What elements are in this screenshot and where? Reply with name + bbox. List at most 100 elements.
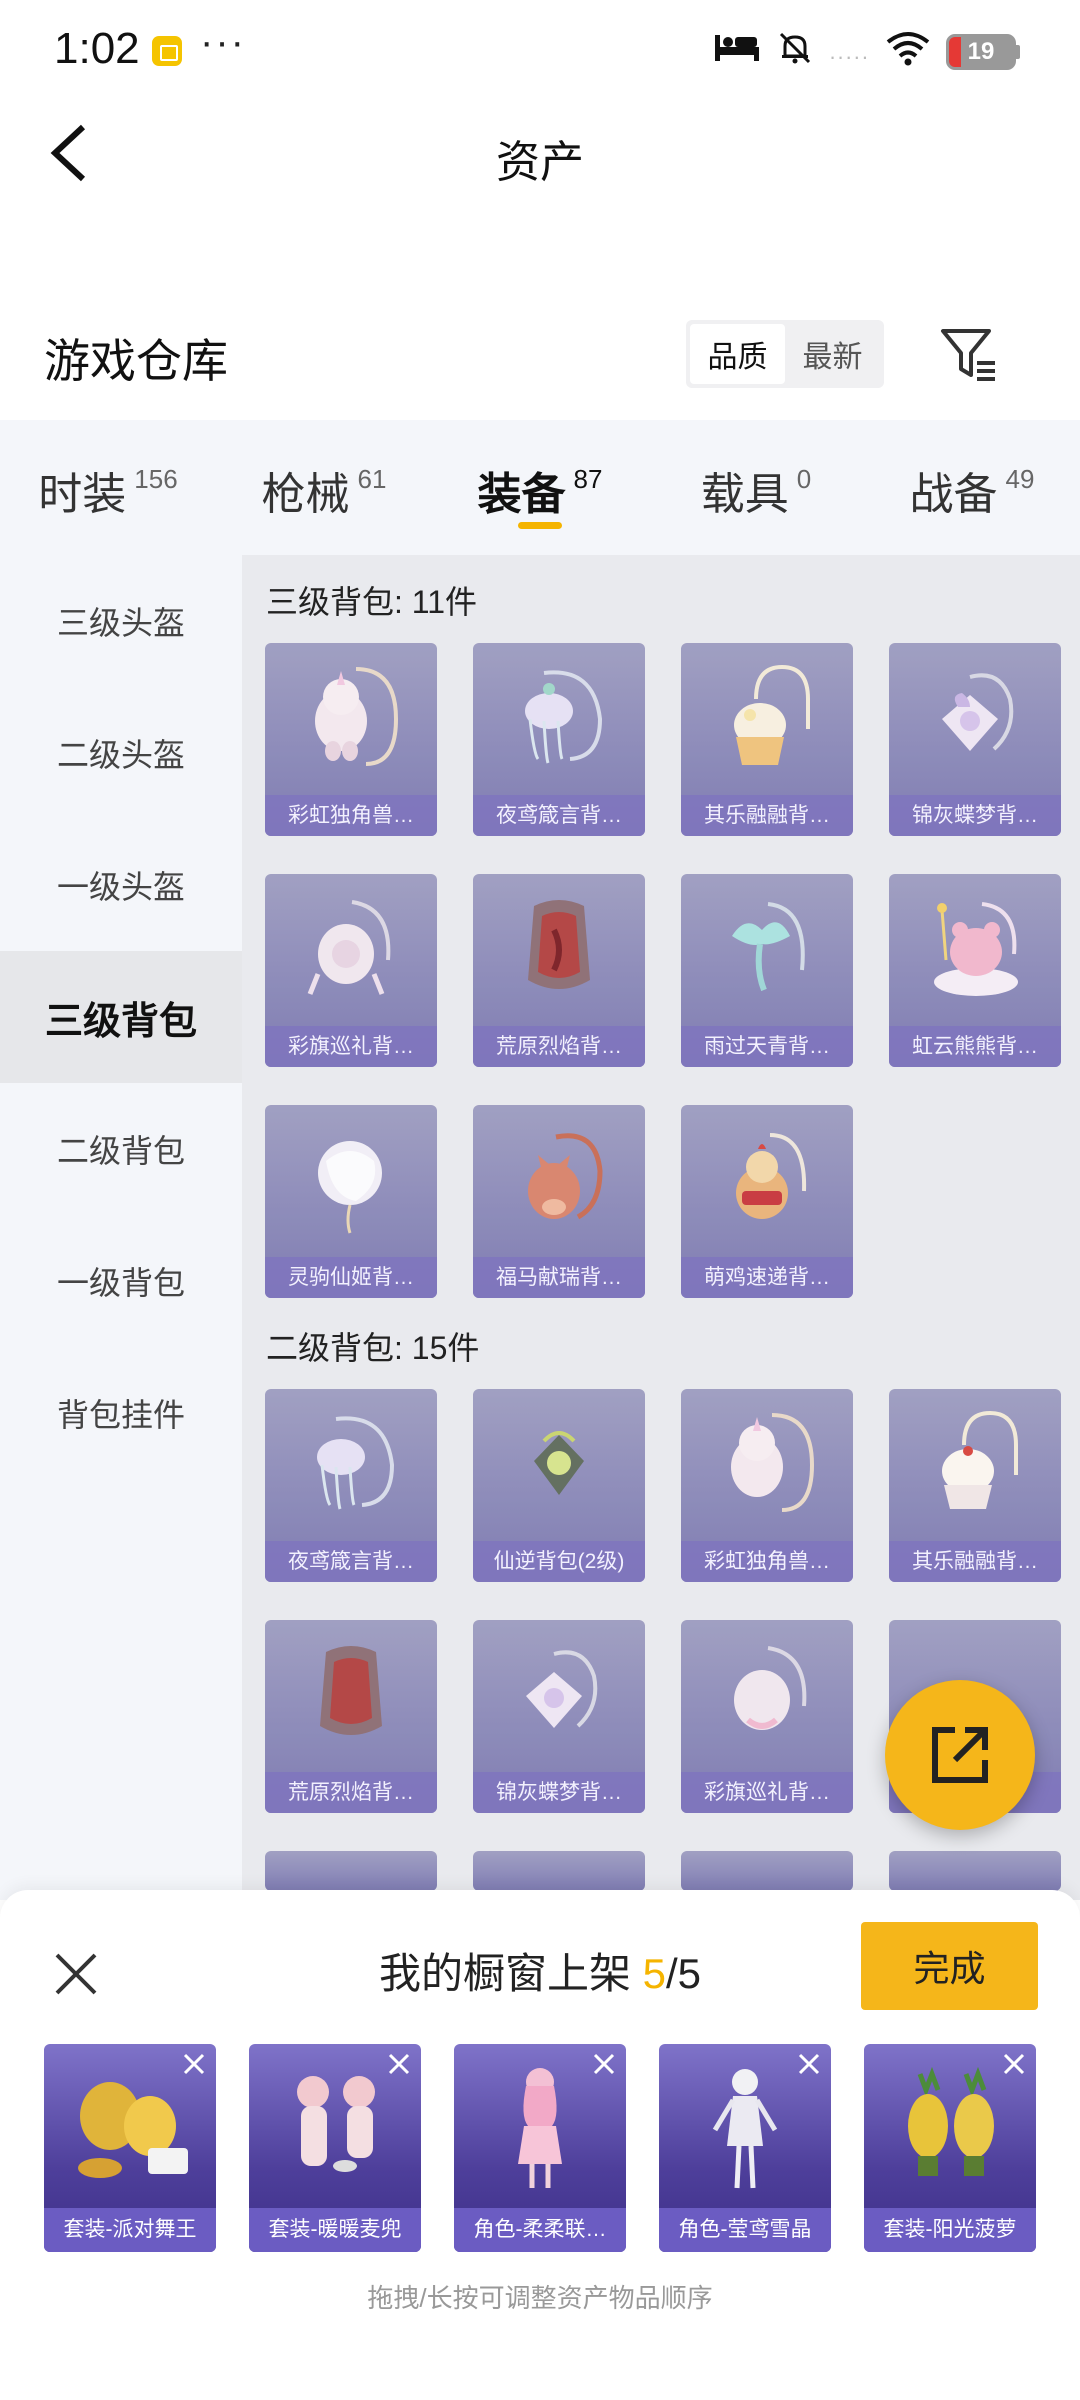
item-name: 萌鸡速递背… bbox=[681, 1257, 853, 1298]
item-name: 其乐融融背… bbox=[889, 1541, 1061, 1582]
item-card[interactable]: 夜鸢箴言背… bbox=[473, 643, 645, 836]
tab-supplies[interactable]: 战备 49 bbox=[864, 420, 1080, 555]
backpack-butterfly-icon bbox=[889, 643, 1061, 795]
backpack-flame-icon bbox=[265, 1620, 437, 1772]
backpack-gem-icon bbox=[473, 1389, 645, 1541]
item-name: 锦灰蝶梦背… bbox=[473, 1772, 645, 1813]
backpack-cupcake-icon bbox=[889, 1389, 1061, 1541]
showcase-item[interactable]: 套装-阳光菠萝 bbox=[864, 2044, 1036, 2252]
item-card[interactable]: 荒原烈焰背… bbox=[265, 1620, 437, 1813]
remove-item-icon[interactable] bbox=[795, 2050, 823, 2078]
item-name: 夜鸢箴言背… bbox=[265, 1541, 437, 1582]
item-card[interactable] bbox=[681, 1851, 853, 1891]
item-card[interactable]: 彩虹独角兽… bbox=[681, 1389, 853, 1582]
sidebar-item-helmet-3[interactable]: 三级头盔 bbox=[0, 555, 242, 687]
sidebar-item-helmet-2[interactable]: 二级头盔 bbox=[0, 687, 242, 819]
item-name: 灵驹仙姬背… bbox=[265, 1257, 437, 1298]
sort-option-quality[interactable]: 品质 bbox=[690, 324, 785, 384]
showcase-item-name: 套装-阳光菠萝 bbox=[864, 2208, 1036, 2252]
backpack-jellyfish-icon bbox=[473, 643, 645, 795]
item-card[interactable] bbox=[889, 1851, 1061, 1891]
item-card[interactable]: 彩虹独角兽… bbox=[265, 643, 437, 836]
showcase-item[interactable]: 套装-暖暖麦兜 bbox=[249, 2044, 421, 2252]
item-card[interactable]: 雨过天青背… bbox=[681, 874, 853, 1067]
page-title: 资产 bbox=[496, 138, 584, 187]
warehouse-title: 游戏仓库 bbox=[44, 335, 228, 387]
item-name: 其乐融融背… bbox=[681, 795, 853, 836]
item-card[interactable] bbox=[265, 1851, 437, 1891]
sort-option-newest[interactable]: 最新 bbox=[785, 324, 880, 384]
sidebar-item-backpack-2[interactable]: 二级背包 bbox=[0, 1083, 242, 1215]
tab-equipment[interactable]: 装备 87 bbox=[432, 420, 648, 555]
sidebar-item-helmet-1[interactable]: 一级头盔 bbox=[0, 819, 242, 951]
item-name: 福马献瑞背… bbox=[473, 1257, 645, 1298]
backpack-fairy-icon bbox=[265, 1105, 437, 1257]
showcase-item[interactable]: 角色-莹鸢雪晶 bbox=[659, 2044, 831, 2252]
item-card[interactable] bbox=[473, 1851, 645, 1891]
remove-item-icon[interactable] bbox=[590, 2050, 618, 2078]
remove-item-icon[interactable] bbox=[1000, 2050, 1028, 2078]
section-title: 三级背包: 11件 bbox=[266, 584, 478, 620]
item-card[interactable]: 锦灰蝶梦背… bbox=[889, 643, 1061, 836]
showcase-sheet: 我的橱窗上架 5/5 完成 套装-派对舞王 套装-暖暖麦兜 角色-柔柔联… 角色… bbox=[0, 1890, 1080, 2400]
sidebar-item-backpack-1[interactable]: 一级背包 bbox=[0, 1215, 242, 1347]
item-name: 夜鸢箴言背… bbox=[473, 795, 645, 836]
status-time: 1:02 bbox=[54, 24, 140, 73]
tab-count: 61 bbox=[357, 464, 387, 494]
item-card[interactable]: 其乐融融背… bbox=[889, 1389, 1061, 1582]
remove-item-icon[interactable] bbox=[385, 2050, 413, 2078]
item-card[interactable]: 萌鸡速递背… bbox=[681, 1105, 853, 1298]
tab-firearms[interactable]: 枪械 61 bbox=[216, 420, 432, 555]
showcase-item-name: 套装-派对舞王 bbox=[44, 2208, 216, 2252]
backpack-unicorn-icon bbox=[265, 643, 437, 795]
app-notification-icon bbox=[152, 36, 182, 66]
showcase-item-name: 套装-暖暖麦兜 bbox=[249, 2208, 421, 2252]
signal-dots-icon: ..... bbox=[829, 39, 870, 64]
sidebar-item-backpack-3[interactable]: 三级背包 bbox=[0, 951, 242, 1083]
backpack-butterfly-icon bbox=[473, 1620, 645, 1772]
item-card[interactable]: 夜鸢箴言背… bbox=[265, 1389, 437, 1582]
filter-button[interactable] bbox=[934, 320, 1004, 390]
item-card[interactable]: 荒原烈焰背… bbox=[473, 874, 645, 1067]
remove-item-icon[interactable] bbox=[180, 2050, 208, 2078]
tab-count: 49 bbox=[1005, 464, 1035, 494]
share-button[interactable] bbox=[885, 1680, 1035, 1830]
item-name: 雨过天青背… bbox=[681, 1026, 853, 1067]
category-tabs: 时装 156 枪械 61 装备 87 载具 0 战备 49 bbox=[0, 420, 1080, 555]
showcase-item[interactable]: 套装-派对舞王 bbox=[44, 2044, 216, 2252]
item-card[interactable]: 福马献瑞背… bbox=[473, 1105, 645, 1298]
item-card[interactable]: 虹云熊熊背… bbox=[889, 874, 1061, 1067]
app-header: 资产 bbox=[0, 100, 1080, 210]
showcase-current-count: 5 bbox=[642, 1950, 666, 1997]
backpack-jellyfish-icon bbox=[265, 1389, 437, 1541]
item-name: 荒原烈焰背… bbox=[265, 1772, 437, 1813]
item-name: 彩虹独角兽… bbox=[265, 795, 437, 836]
tab-count: 156 bbox=[134, 464, 178, 494]
reorder-hint: 拖拽/长按可调整资产物品顺序 bbox=[367, 2283, 713, 2313]
backpack-horse-icon bbox=[473, 1105, 645, 1257]
item-card[interactable]: 彩旗巡礼背… bbox=[681, 1620, 853, 1813]
tab-count: 0 bbox=[796, 464, 812, 494]
tab-fashion[interactable]: 时装 156 bbox=[0, 420, 216, 555]
item-name: 彩旗巡礼背… bbox=[681, 1772, 853, 1813]
tab-label: 时装 bbox=[38, 470, 127, 519]
item-card[interactable]: 灵驹仙姬背… bbox=[265, 1105, 437, 1298]
item-card[interactable]: 彩旗巡礼背… bbox=[265, 874, 437, 1067]
backpack-bear-icon bbox=[889, 874, 1061, 1026]
battery-icon: 19 bbox=[946, 34, 1016, 70]
backpack-unicorn-icon bbox=[681, 1389, 853, 1541]
item-card[interactable]: 仙逆背包(2级) bbox=[473, 1389, 645, 1582]
item-name: 虹云熊熊背… bbox=[889, 1026, 1061, 1067]
item-card[interactable]: 其乐融融背… bbox=[681, 643, 853, 836]
item-card[interactable]: 锦灰蝶梦背… bbox=[473, 1620, 645, 1813]
subcategory-sidebar: 三级头盔 二级头盔 一级头盔 三级背包 二级背包 一级背包 背包挂件 bbox=[0, 555, 242, 1900]
backpack-cupcake-icon bbox=[681, 643, 853, 795]
item-name: 彩虹独角兽… bbox=[681, 1541, 853, 1582]
filter-icon bbox=[941, 329, 995, 381]
status-bar: 1:02 ··· ..... 19 bbox=[0, 0, 1080, 100]
sidebar-item-backpack-charm[interactable]: 背包挂件 bbox=[0, 1347, 242, 1479]
tab-vehicles[interactable]: 载具 0 bbox=[648, 420, 864, 555]
showcase-item[interactable]: 角色-柔柔联… bbox=[454, 2044, 626, 2252]
done-button[interactable]: 完成 bbox=[861, 1922, 1038, 2010]
backpack-chick-icon bbox=[681, 1105, 853, 1257]
